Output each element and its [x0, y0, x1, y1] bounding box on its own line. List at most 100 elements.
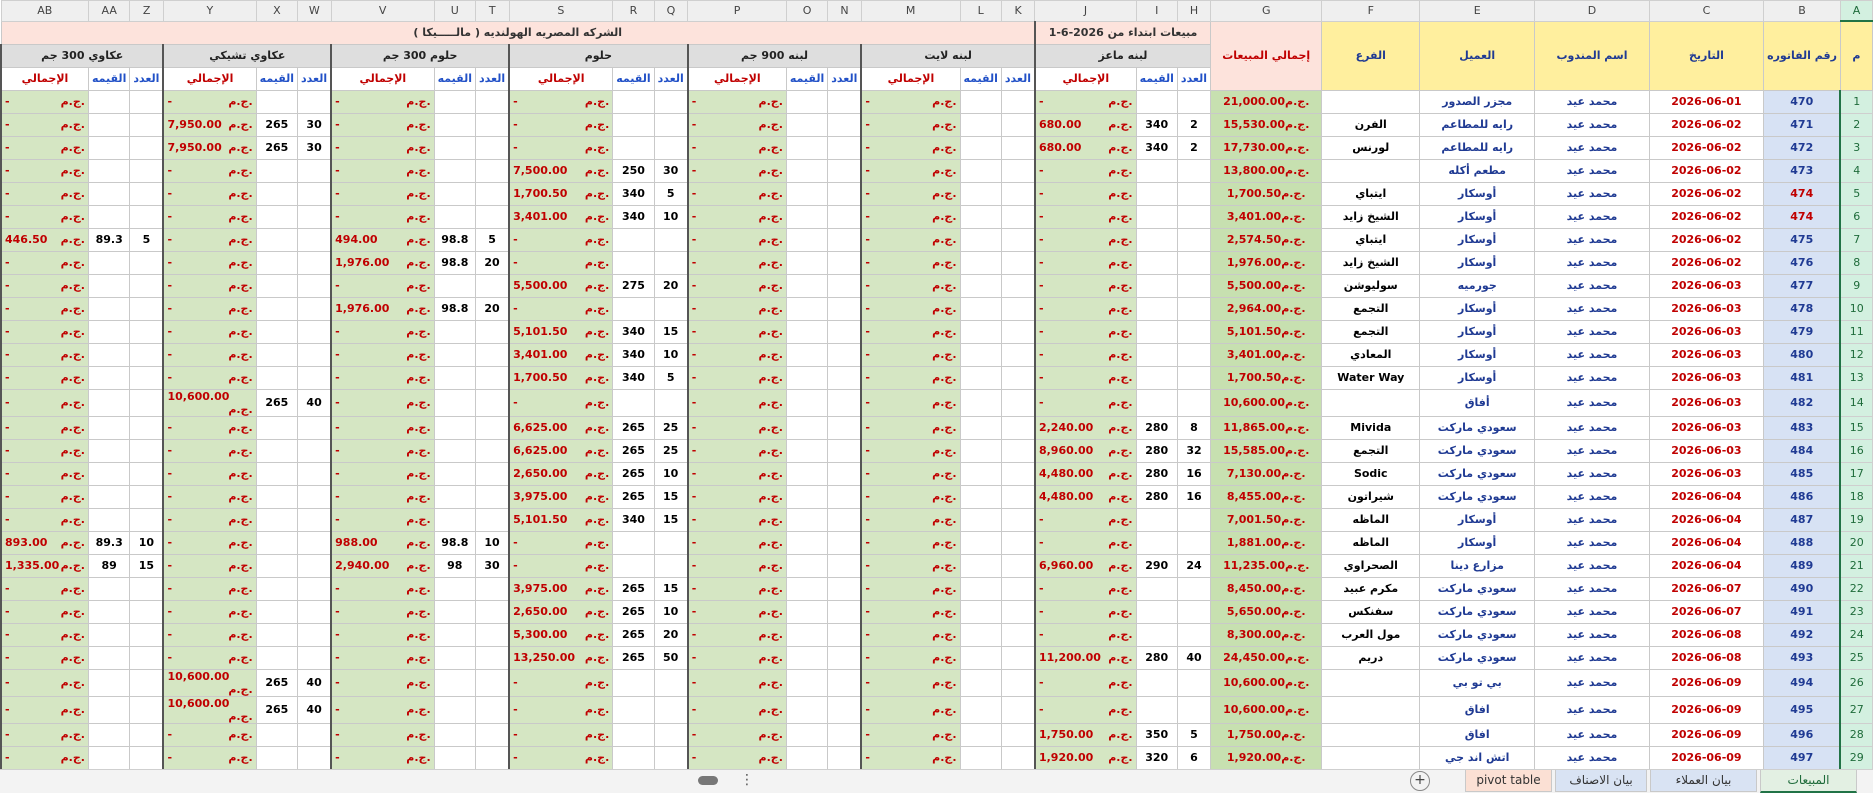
- date-cell[interactable]: 2026-06-07: [1648, 576, 1765, 601]
- price-cell[interactable]: 265: [612, 438, 655, 463]
- count-cell[interactable]: [653, 745, 689, 769]
- count-cell[interactable]: [474, 415, 510, 440]
- date-cell[interactable]: 2026-06-02: [1648, 158, 1765, 183]
- row-number[interactable]: 19: [1839, 507, 1873, 532]
- price-cell[interactable]: 250: [612, 158, 655, 183]
- count-cell[interactable]: [474, 135, 510, 160]
- price-cell[interactable]: [255, 530, 299, 555]
- row-total-cell[interactable]: 21,000.00ج.م.: [1210, 89, 1323, 114]
- date-cell[interactable]: 2026-06-04: [1648, 553, 1765, 578]
- price-cell[interactable]: [785, 158, 829, 183]
- line-total-cell[interactable]: ج.م. -: [0, 576, 89, 601]
- price-cell[interactable]: [87, 576, 131, 601]
- price-cell[interactable]: [785, 365, 829, 390]
- table-row[interactable]: ج.م. - ج.م. - ج.م. -7,500.00 ج.م. 250 30 ج.م. - ج.م…: [0, 158, 1873, 183]
- line-total-cell[interactable]: 2,650.00 ج.م.: [508, 461, 614, 486]
- count-cell[interactable]: [1000, 158, 1036, 183]
- count-cell[interactable]: [1176, 695, 1212, 724]
- count-cell[interactable]: [1000, 622, 1036, 647]
- line-total-cell[interactable]: ج.م. -: [860, 745, 961, 769]
- tab-customers[interactable]: بيان العملاء: [1650, 770, 1757, 792]
- customer-cell[interactable]: مجزر الصدور: [1419, 89, 1536, 114]
- price-cell[interactable]: 275: [612, 273, 655, 298]
- line-total-cell[interactable]: ج.م. -: [508, 250, 614, 275]
- line-total-cell[interactable]: ج.م. -: [0, 112, 89, 137]
- line-total-cell[interactable]: ج.م. -: [162, 250, 257, 275]
- row-total-cell[interactable]: 5,101.50ج.م.: [1210, 319, 1323, 344]
- line-total-cell[interactable]: ج.م. -: [0, 158, 89, 183]
- count-cell[interactable]: 10: [653, 599, 689, 624]
- count-cell[interactable]: [1176, 388, 1212, 417]
- count-cell[interactable]: [297, 204, 332, 229]
- count-cell[interactable]: [1000, 227, 1036, 252]
- line-total-cell[interactable]: ج.م. -: [860, 622, 961, 647]
- count-cell[interactable]: [297, 576, 332, 601]
- line-total-cell[interactable]: ج.م. -: [330, 135, 435, 160]
- branch-cell[interactable]: [1321, 722, 1421, 747]
- price-cell[interactable]: 98: [433, 553, 476, 578]
- price-cell[interactable]: [612, 227, 655, 252]
- price-cell[interactable]: [612, 722, 655, 747]
- branch-cell[interactable]: ايتباي: [1321, 227, 1421, 252]
- price-cell[interactable]: [785, 695, 829, 724]
- price-cell[interactable]: [785, 668, 829, 697]
- price-cell[interactable]: [255, 250, 299, 275]
- price-cell[interactable]: [785, 89, 829, 114]
- line-total-cell[interactable]: 6,960.00 ج.م.: [1033, 553, 1137, 578]
- table-row[interactable]: ج.م. -10,600.00 ج.م. 265 40 ج.م. - ج.م. - ج.م. - ج.…: [0, 388, 1873, 417]
- table-row[interactable]: ج.م. - ج.م. - ج.م. -5,300.00 ج.م. 265 20 ج.م. - ج.م…: [0, 622, 1873, 647]
- line-total-cell[interactable]: ج.م. -: [162, 745, 257, 769]
- count-cell[interactable]: [1176, 507, 1212, 532]
- table-row[interactable]: ج.م. - ج.م. - ج.م. -5,101.50 ج.م. 340 15 ج.م. - ج.م…: [0, 507, 1873, 532]
- line-total-cell[interactable]: ج.م. -: [860, 342, 961, 367]
- row-number[interactable]: 26: [1839, 668, 1873, 697]
- line-total-cell[interactable]: ج.م. -: [860, 158, 961, 183]
- line-total-cell[interactable]: 4,480.00 ج.م.: [1033, 461, 1137, 486]
- line-total-cell[interactable]: ج.م. -: [330, 668, 435, 697]
- date-cell[interactable]: 2026-06-03: [1648, 438, 1765, 463]
- price-cell[interactable]: [433, 484, 476, 509]
- price-cell[interactable]: [87, 112, 131, 137]
- price-cell[interactable]: [785, 388, 829, 417]
- count-cell[interactable]: [653, 530, 689, 555]
- customer-cell[interactable]: أوسكار: [1419, 204, 1536, 229]
- subheader-price[interactable]: القيمه: [1135, 66, 1178, 91]
- line-total-cell[interactable]: ج.م. -: [686, 319, 787, 344]
- table-row[interactable]: ج.م. - ج.م. - ج.م. -5,500.00 ج.م. 275 20 ج.م. - ج.م…: [0, 273, 1873, 298]
- line-total-cell[interactable]: ج.م. -: [162, 576, 257, 601]
- line-total-cell[interactable]: 7,950.00 ج.م.: [162, 112, 257, 137]
- line-total-cell[interactable]: ج.م. -: [686, 484, 787, 509]
- row-number[interactable]: 1: [1839, 89, 1873, 114]
- count-cell[interactable]: [1000, 112, 1036, 137]
- price-cell[interactable]: [1135, 296, 1178, 321]
- line-total-cell[interactable]: ج.م. -: [1033, 668, 1137, 697]
- price-cell[interactable]: 265: [255, 388, 299, 417]
- invoice-cell[interactable]: 476: [1763, 250, 1841, 275]
- rep-cell[interactable]: محمد عيد: [1534, 273, 1650, 298]
- count-cell[interactable]: [1000, 89, 1036, 114]
- count-cell[interactable]: 30: [653, 158, 689, 183]
- date-cell[interactable]: 2026-06-03: [1648, 388, 1765, 417]
- date-cell[interactable]: 2026-06-08: [1648, 645, 1765, 670]
- count-cell[interactable]: [653, 553, 689, 578]
- column-header-z[interactable]: Z: [129, 0, 164, 22]
- count-cell[interactable]: [474, 576, 510, 601]
- line-total-cell[interactable]: 2,940.00 ج.م.: [330, 553, 435, 578]
- date-cell[interactable]: 2026-06-03: [1648, 415, 1765, 440]
- count-cell[interactable]: [297, 461, 332, 486]
- count-cell[interactable]: [1000, 645, 1036, 670]
- line-total-cell[interactable]: ج.م. -: [0, 89, 89, 114]
- price-cell[interactable]: [612, 695, 655, 724]
- price-cell[interactable]: 265: [612, 576, 655, 601]
- subheader-total[interactable]: الإجمالي: [1033, 66, 1137, 91]
- customer-cell[interactable]: أوسكار: [1419, 319, 1536, 344]
- count-cell[interactable]: [1000, 342, 1036, 367]
- line-total-cell[interactable]: ج.م. -: [162, 461, 257, 486]
- price-cell[interactable]: [785, 461, 829, 486]
- invoice-cell[interactable]: 485: [1763, 461, 1841, 486]
- column-header-g[interactable]: G: [1210, 0, 1323, 22]
- scroll-thumb[interactable]: [698, 776, 718, 785]
- subheader-count[interactable]: العدد: [1176, 66, 1212, 91]
- row-number[interactable]: 28: [1839, 722, 1873, 747]
- line-total-cell[interactable]: 2,650.00 ج.م.: [508, 599, 614, 624]
